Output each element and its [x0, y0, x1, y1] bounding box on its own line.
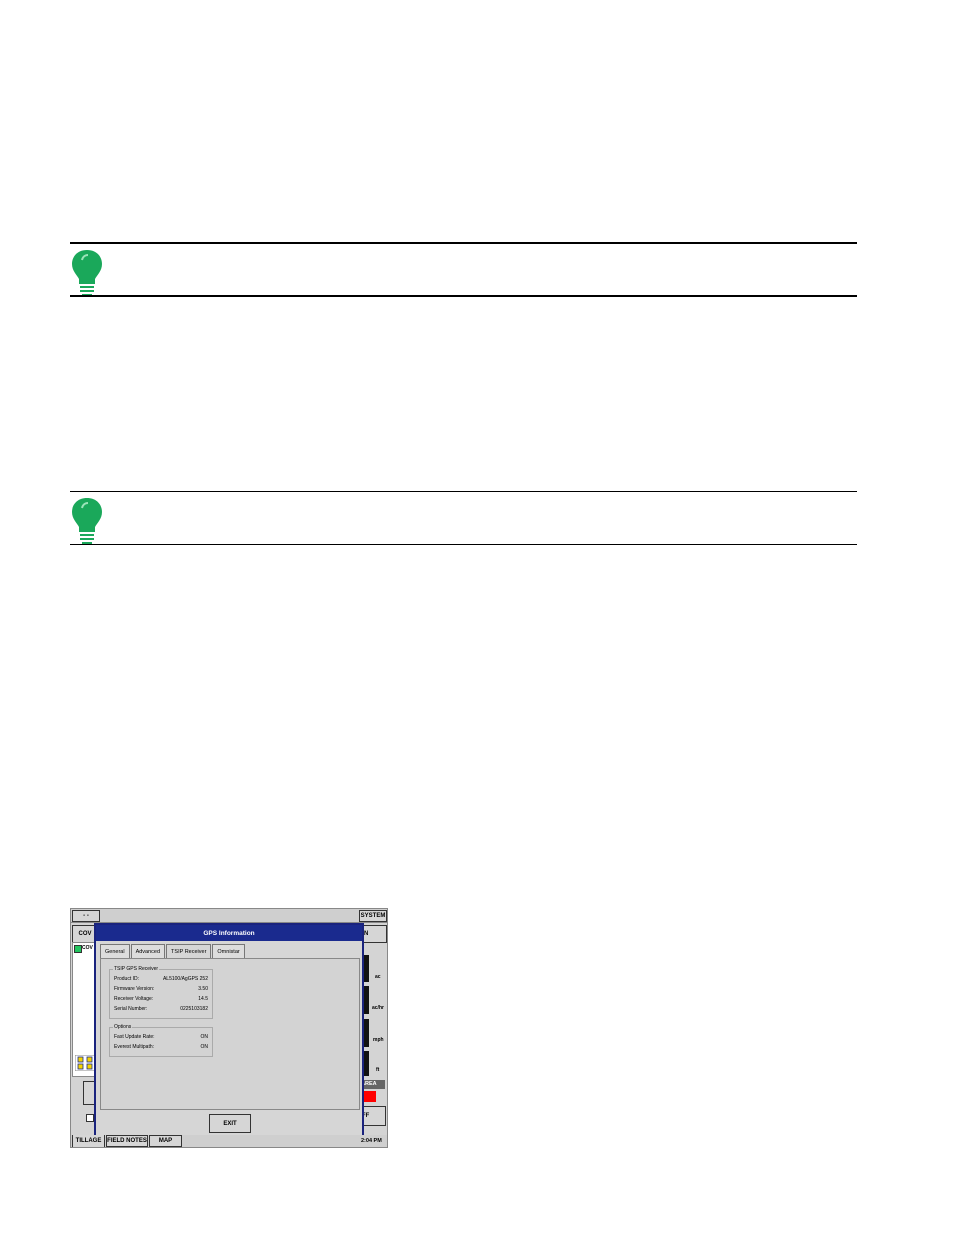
info-row: Everest Multipath: ON	[114, 1044, 208, 1052]
top-left-button[interactable]: - -	[72, 910, 100, 922]
exit-button[interactable]: EXIT	[209, 1114, 251, 1133]
row-value: ON	[200, 1034, 209, 1040]
note-top-rule-2	[70, 491, 857, 492]
row-value: 3.50	[198, 986, 208, 992]
options-group-label: Options	[113, 1024, 133, 1030]
unit-label: ac	[375, 974, 381, 980]
info-row: Receiver Voltage: 14.5	[114, 996, 208, 1004]
info-row: Product ID: AL5100/AgGPS 252	[114, 976, 208, 984]
note-bottom-rule-2	[70, 544, 857, 545]
tab-tillage[interactable]: TILLAGE	[72, 1135, 105, 1147]
map-grid-icon[interactable]	[75, 1055, 95, 1071]
row-key: Receiver Voltage:	[114, 996, 154, 1002]
row-value: AL5100/AgGPS 252	[162, 976, 208, 982]
gps-information-dialog: GPS Information General Advanced TSIP Re…	[94, 923, 364, 1138]
row-key: Serial Number:	[114, 1006, 148, 1012]
row-key: Everest Multipath:	[114, 1044, 155, 1050]
unit-label: ac/hr	[372, 1005, 384, 1011]
unit-label: ft	[376, 1067, 380, 1073]
info-row: Serial Number: 0225103182	[114, 1006, 208, 1014]
receiver-group: TSIP GPS Receiver Product ID: AL5100/AgGP…	[109, 966, 213, 1019]
gps-information-screenshot: - - SYSTEM COV N COV ac ac/hr mph ft ARE…	[70, 908, 388, 1148]
note-bottom-rule-1	[70, 295, 857, 297]
lightbulb-note-icon	[72, 250, 102, 296]
options-group: Options Fast Update Rate: ON Everest Mult…	[109, 1024, 213, 1057]
unit-label: mph	[373, 1037, 384, 1043]
row-key: Product ID:	[114, 976, 140, 982]
note-top-rule-1	[70, 242, 857, 244]
left-checkbox[interactable]	[86, 1114, 94, 1122]
layer-item-label[interactable]: COV	[82, 945, 93, 951]
tab-tsip-receiver[interactable]: TSIP Receiver	[166, 944, 212, 959]
row-key: Fast Update Rate:	[114, 1034, 155, 1040]
note-block-2	[70, 494, 857, 544]
row-value: 0225103182	[180, 1006, 208, 1012]
clock: 2:04 PM	[361, 1138, 382, 1144]
alert-red-indicator	[363, 1091, 376, 1102]
top-bar	[71, 909, 387, 923]
row-value: ON	[200, 1044, 209, 1050]
receiver-group-label: TSIP GPS Receiver	[113, 966, 160, 972]
status-green-icon	[74, 945, 82, 953]
tab-omnistar[interactable]: Omnistar	[212, 944, 245, 958]
note-block-1	[70, 246, 857, 296]
right-n-button[interactable]: N	[361, 925, 387, 943]
row-key: Firmware Version:	[114, 986, 155, 992]
dialog-title: GPS Information	[96, 925, 362, 941]
row-value: 14.5	[198, 996, 208, 1002]
tab-field-notes[interactable]: FIELD NOTES	[106, 1135, 148, 1147]
info-row: Firmware Version: 3.50	[114, 986, 208, 994]
dialog-tabs: General Advanced TSIP Receiver Omnistar	[100, 944, 246, 959]
info-row: Fast Update Rate: ON	[114, 1034, 208, 1042]
system-button[interactable]: SYSTEM	[359, 910, 387, 922]
area-label: AREA	[361, 1080, 385, 1089]
tsip-receiver-panel: TSIP GPS Receiver Product ID: AL5100/AgGP…	[100, 958, 360, 1110]
tab-map[interactable]: MAP	[149, 1135, 182, 1147]
tab-general[interactable]: General	[100, 944, 130, 958]
tab-advanced[interactable]: Advanced	[130, 944, 166, 958]
lightbulb-note-icon	[72, 498, 102, 544]
